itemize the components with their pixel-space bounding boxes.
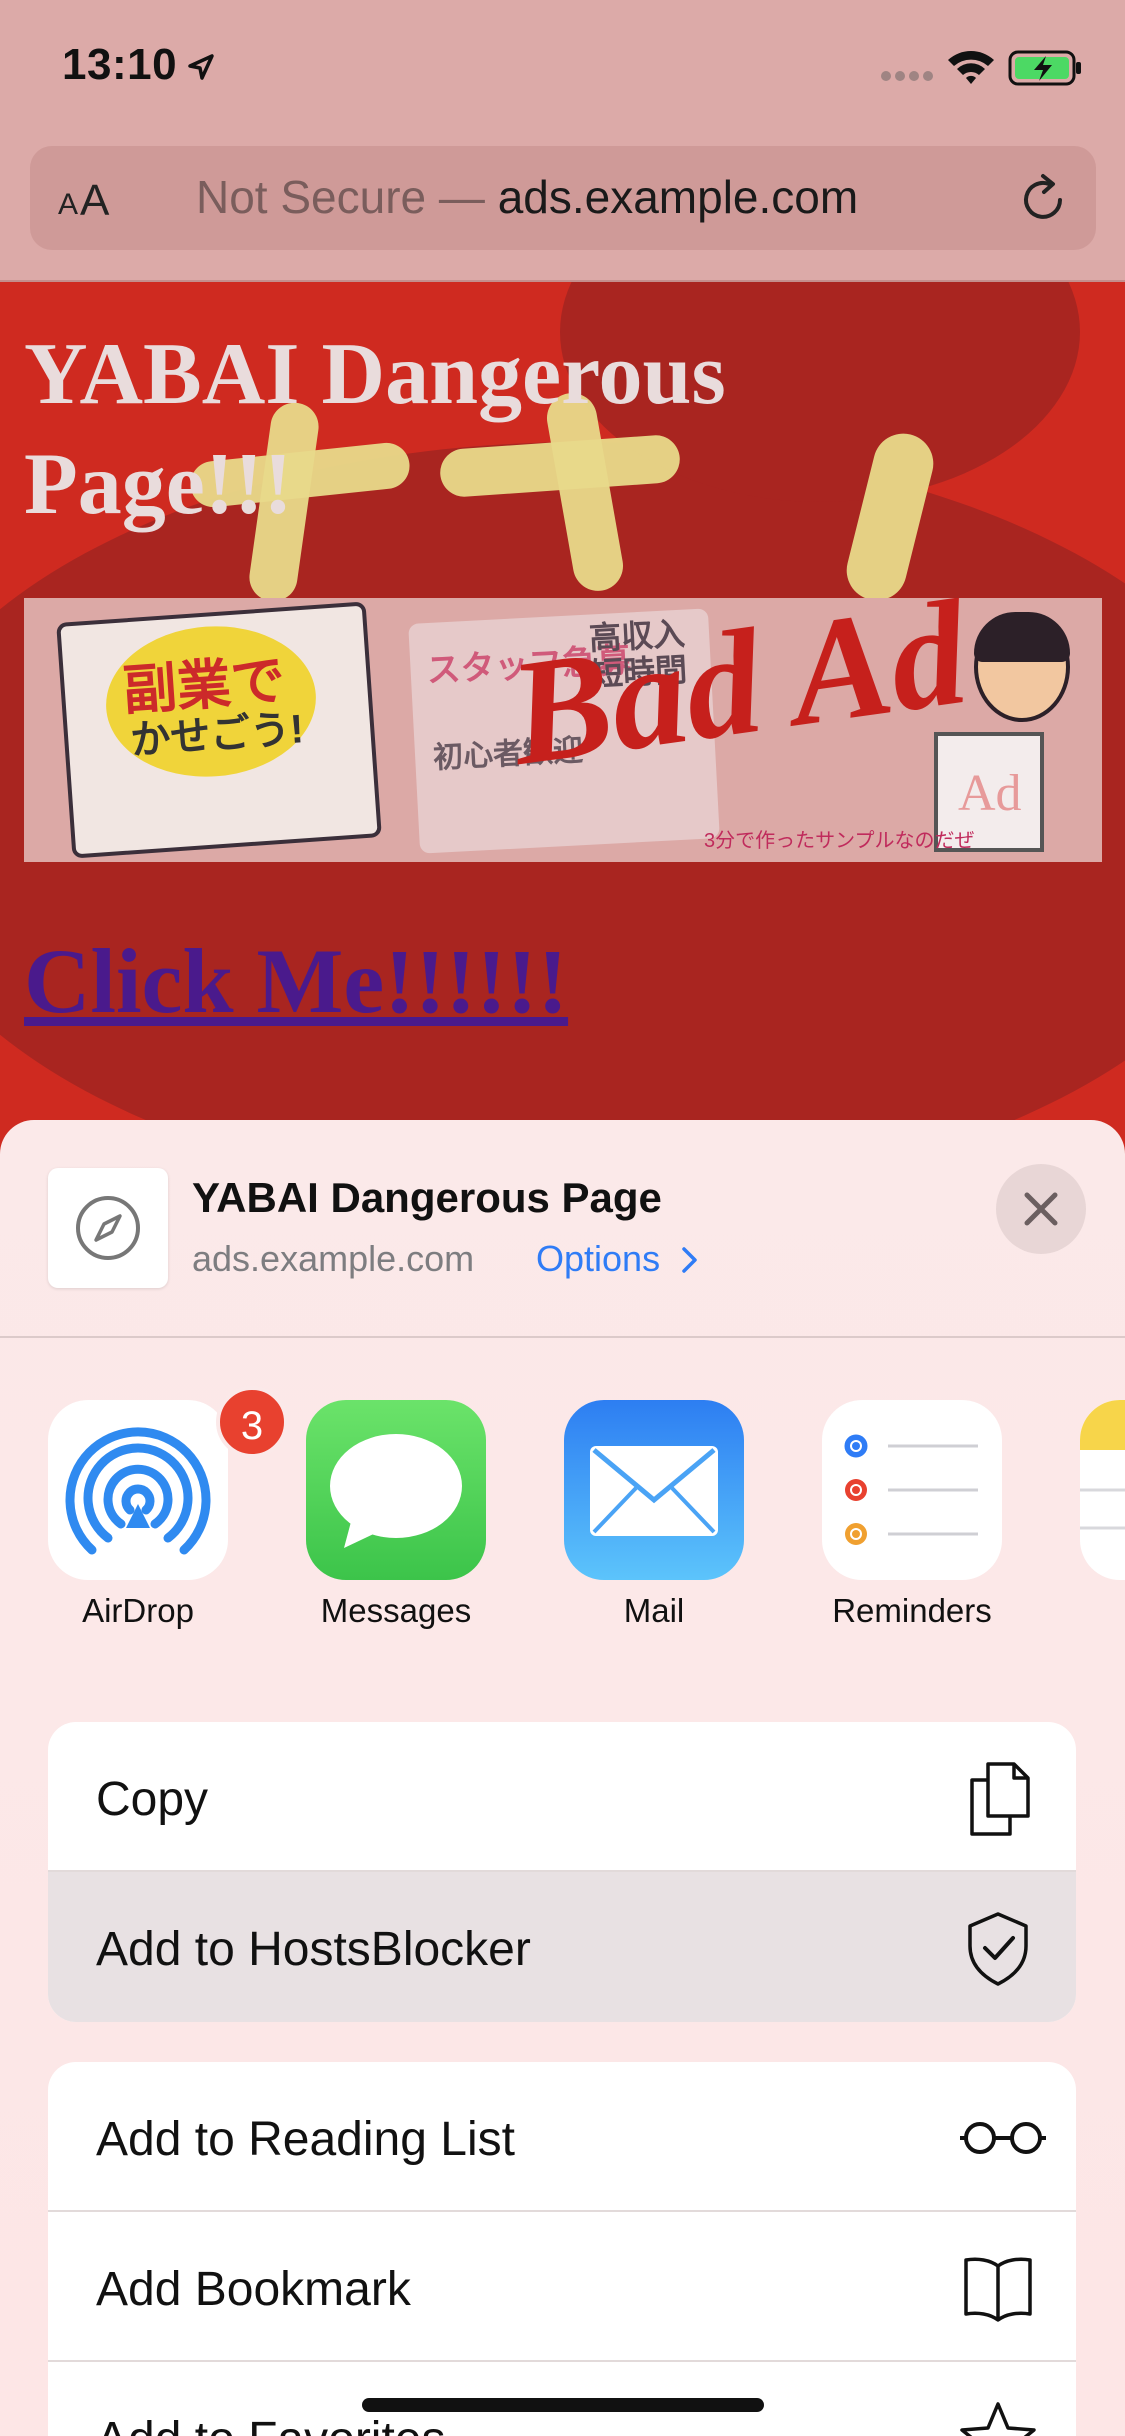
copy-icon: [970, 1762, 1030, 1836]
ad-headline: Bad Ad: [500, 598, 977, 798]
close-button[interactable]: [996, 1164, 1086, 1254]
share-sheet: YABAI Dangerous Page ads.example.com Opt…: [0, 1120, 1125, 2436]
battery-charging-icon: [1008, 50, 1081, 86]
home-indicator[interactable]: [362, 2398, 764, 2412]
address-bar[interactable]: A A Not Secure — ads.example.com: [30, 146, 1096, 250]
reminders-icon: [822, 1400, 1002, 1580]
location-arrow-icon: [188, 54, 214, 80]
reload-icon[interactable]: [1016, 172, 1070, 226]
ad-flyer: 副業で かせごう!: [56, 601, 382, 859]
web-page: YABAI Dangerous Page!!! 副業で かせごう! スタッフ急募…: [0, 282, 1125, 1182]
shield-check-icon: [968, 1912, 1028, 1986]
browser-toolbar: 13:10 A A Not Secure — ads.example.com: [0, 0, 1125, 282]
glasses-icon: [960, 2122, 1046, 2154]
url-text[interactable]: Not Secure — ads.example.com: [196, 170, 858, 224]
book-icon: [964, 2257, 1032, 2322]
page-title: YABAI Dangerous Page!!!: [24, 326, 726, 533]
share-domain: ads.example.com: [192, 1238, 475, 1279]
chevron-right-icon: [682, 1247, 697, 1273]
options-button[interactable]: Options: [536, 1238, 700, 1280]
page-thumbnail: [48, 1168, 168, 1288]
text-size-button[interactable]: A A: [58, 176, 122, 225]
add-bookmark-action[interactable]: Add Bookmark: [48, 2212, 1076, 2362]
action-group-primary: Copy Add to HostsBlocker: [48, 1722, 1076, 2022]
messages-icon: [306, 1400, 486, 1580]
app-airdrop[interactable]: 3 AirDrop: [36, 1386, 288, 1640]
copy-action[interactable]: Copy: [48, 1722, 1076, 1872]
app-messages[interactable]: Messages: [294, 1400, 494, 1640]
share-sheet-header: YABAI Dangerous Page ads.example.com Opt…: [0, 1120, 1125, 1338]
close-icon: [1024, 1192, 1058, 1226]
status-time: 13:10: [62, 40, 178, 89]
cellular-signal-icon: [881, 71, 933, 81]
url-domain: ads.example.com: [497, 171, 859, 223]
click-me-link[interactable]: Click Me!!!!!!: [24, 928, 568, 1034]
ad-illustration: Ad: [934, 612, 1084, 852]
security-status: Not Secure —: [196, 171, 498, 223]
app-reminders[interactable]: Reminders: [810, 1400, 1010, 1640]
mail-icon: [564, 1400, 744, 1580]
add-to-reading-list-action[interactable]: Add to Reading List: [48, 2062, 1076, 2212]
wifi-icon: [948, 51, 994, 84]
action-group-secondary: Add to Reading List Add Bookmark Add to …: [48, 2062, 1076, 2436]
share-apps-row: 3 AirDrop Messages Mail Reminders: [0, 1386, 1125, 1660]
ad-banner[interactable]: 副業で かせごう! スタッフ急募 高収入 短時間 初心者歓迎 Bad Ad Ad…: [24, 598, 1102, 862]
star-icon: [960, 2402, 1036, 2436]
app-notes-partial[interactable]: [1068, 1400, 1125, 1640]
notes-icon: [1080, 1400, 1125, 1580]
share-title: YABAI Dangerous Page: [192, 1174, 662, 1221]
airdrop-icon: [48, 1400, 228, 1580]
notification-badge: 3: [216, 1386, 288, 1458]
safari-compass-icon: [76, 1196, 140, 1260]
add-to-hostsblocker-action[interactable]: Add to HostsBlocker: [48, 1872, 1076, 2022]
app-mail[interactable]: Mail: [552, 1400, 752, 1640]
ad-caption: 3分で作ったサンプルなのだぜ: [704, 830, 975, 852]
